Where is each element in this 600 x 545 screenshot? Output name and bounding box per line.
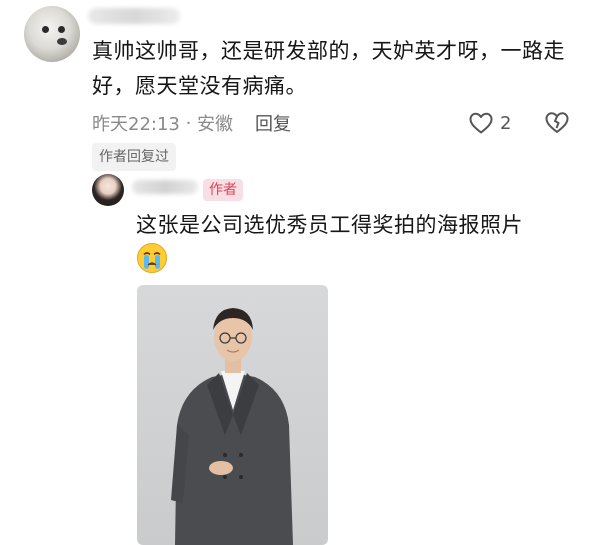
author-avatar[interactable] <box>92 174 124 206</box>
avatar-eye-right <box>58 26 65 33</box>
author-badge: 作者 <box>203 179 243 201</box>
like-count: 2 <box>500 112 512 134</box>
commenter-name-redacted[interactable] <box>88 8 180 24</box>
reply-text: 这张是公司选优秀员工得奖拍的海报照片 <box>136 213 523 237</box>
comment-meta: 昨天22:13 · 安徽 回复 <box>92 108 291 138</box>
meta-separator: · <box>179 112 198 134</box>
like-button[interactable]: 2 <box>468 108 511 138</box>
comment-time: 昨天22:13 <box>92 114 180 135</box>
avatar-nose <box>57 38 67 45</box>
comment-location: 安徽 <box>197 114 234 135</box>
broken-heart-icon[interactable] <box>543 108 571 136</box>
avatar-eye-left <box>42 26 49 33</box>
reply-button[interactable]: 回复 <box>255 110 291 136</box>
comment-text: 真帅这帅哥，还是研发部的，天妒英才呀，一路走好，愿天堂没有病痛。 <box>92 39 565 98</box>
author-replied-tag: 作者回复过 <box>92 143 176 171</box>
crying-face-emoji-icon <box>137 243 167 273</box>
heart-outline-icon <box>469 112 493 134</box>
portrait-image <box>171 308 293 545</box>
author-name-redacted[interactable] <box>132 180 198 194</box>
poster-photo[interactable] <box>137 285 328 545</box>
commenter-avatar[interactable] <box>24 6 80 62</box>
